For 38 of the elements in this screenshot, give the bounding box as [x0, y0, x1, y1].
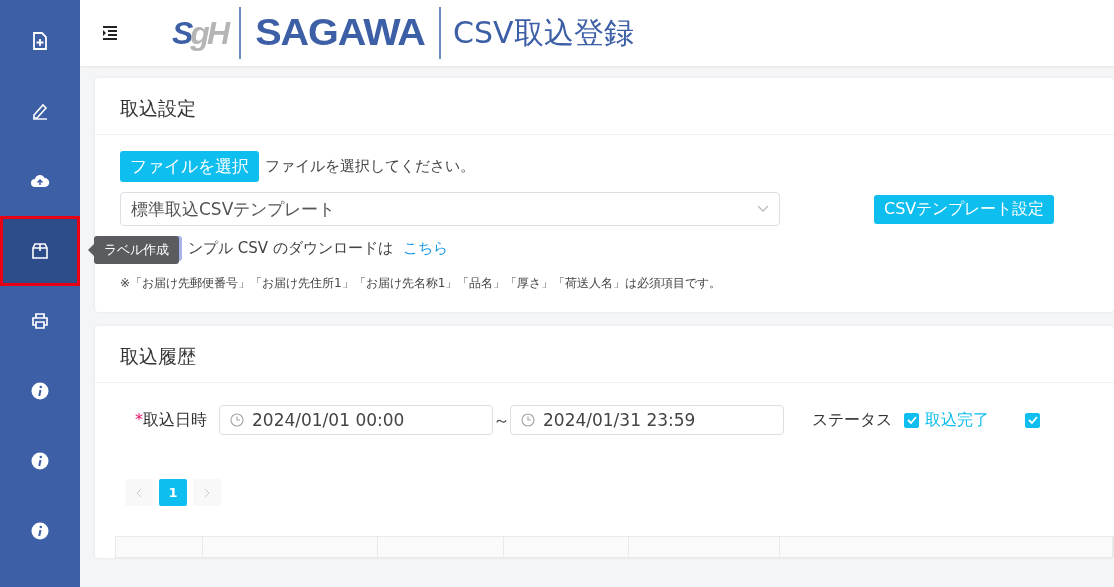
card-title: 取込設定 [95, 78, 1114, 135]
template-select[interactable]: 標準取込CSVテンプレート [120, 192, 780, 226]
info-icon [31, 522, 49, 540]
status-option-label[interactable]: 取込完了 [925, 409, 989, 431]
info-icon [31, 382, 49, 400]
pen-icon [31, 102, 49, 120]
required-note: ※「お届け先郵便番号」「お届け先住所1」「お届け先名称1」「品名」「厚さ」「荷送人名」は必須項目です。 [120, 275, 723, 292]
tooltip: ラベル作成 [94, 236, 179, 264]
logo-mark: SgH [172, 14, 227, 52]
chevron-right-icon [204, 487, 210, 498]
sidebar-item[interactable] [0, 216, 80, 286]
sample-download-link[interactable]: こちら [402, 239, 448, 258]
info-icon [31, 452, 49, 470]
page-number-button[interactable]: 1 [159, 479, 187, 506]
tooltip-arrow-icon [88, 244, 94, 256]
range-separator: ～ [493, 408, 510, 432]
file-status-text: ファイルを選択してください。 [265, 157, 475, 176]
logo-wordmark: SAGAWA [255, 12, 425, 54]
date-from-field[interactable]: 2024/01/01 00:00 [219, 405, 493, 435]
date-to-field[interactable]: 2024/01/31 23:59 [510, 405, 784, 435]
chevron-down-icon [757, 205, 769, 213]
box-icon [31, 242, 49, 260]
menu-icon[interactable] [100, 25, 120, 41]
date-label: *取込日時 [135, 409, 207, 431]
template-settings-button[interactable]: CSVテンプレート設定 [874, 194, 1055, 224]
page-title: CSV取込登録 [453, 13, 634, 52]
printer-icon [31, 312, 49, 330]
clock-icon [230, 413, 244, 427]
status-checkbox[interactable] [1025, 412, 1040, 428]
status-checkbox[interactable] [904, 412, 919, 428]
chevron-left-icon [136, 487, 142, 498]
sample-download-text: ンプル CSV のダウンロードは [188, 239, 393, 258]
clock-icon [521, 413, 535, 427]
file-plus-icon [32, 32, 48, 50]
cloud-upload-icon [30, 174, 50, 188]
status-label: ステータス [812, 409, 892, 431]
card-title: 取込履歴 [95, 326, 1114, 383]
file-select-button[interactable]: ファイルを選択 [120, 151, 259, 182]
